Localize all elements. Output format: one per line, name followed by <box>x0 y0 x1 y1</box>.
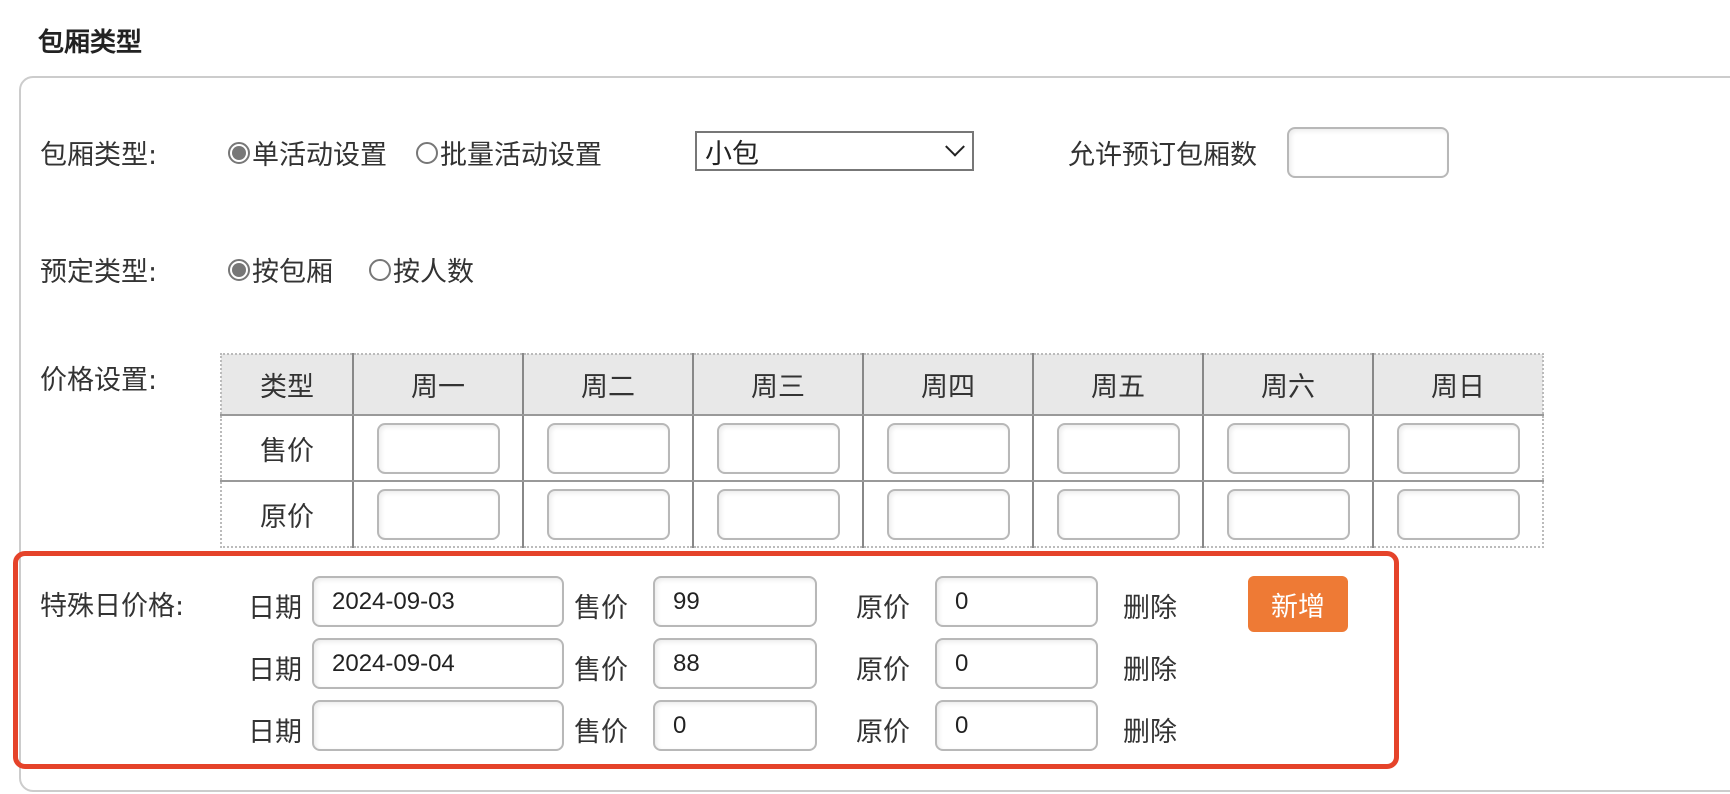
sale-price-sun-input[interactable] <box>1396 422 1520 474</box>
orig-price-thu-input[interactable] <box>886 488 1010 540</box>
header-sun: 周日 <box>1373 354 1543 416</box>
orig-label: 原价 <box>856 593 910 624</box>
select-value: 小包 <box>705 138 759 170</box>
table-row-sale-price: 售价 <box>221 415 1543 482</box>
room-type-label: 包厢类型: <box>40 140 158 171</box>
orig-price-sat-input[interactable] <box>1226 488 1350 540</box>
special-sale-input-1[interactable] <box>653 576 817 627</box>
radio-label: 批量活动设置 <box>440 140 602 171</box>
sale-label: 售价 <box>574 717 628 748</box>
header-sat: 周六 <box>1203 354 1374 416</box>
radio-checked-icon <box>228 141 250 164</box>
radio-checked-icon <box>228 258 250 281</box>
row-type-label: 售价 <box>221 415 354 482</box>
sale-price-fri-input[interactable] <box>1056 422 1180 474</box>
radio-label: 单活动设置 <box>252 140 387 171</box>
orig-price-wed-input[interactable] <box>716 488 840 540</box>
orig-price-fri-input[interactable] <box>1056 488 1180 540</box>
orig-label: 原价 <box>856 655 910 686</box>
section-title: 包厢类型 <box>38 28 143 58</box>
header-tue: 周二 <box>523 354 694 416</box>
header-type: 类型 <box>221 354 354 416</box>
radio-by-room[interactable]: 按包厢 <box>228 250 333 289</box>
special-orig-input-1[interactable] <box>935 576 1098 627</box>
special-date-input-2[interactable] <box>312 638 564 689</box>
orig-label: 原价 <box>856 717 910 748</box>
header-mon: 周一 <box>353 354 524 416</box>
special-orig-input-2[interactable] <box>935 638 1098 689</box>
sale-price-mon-input[interactable] <box>376 422 500 474</box>
add-special-price-button[interactable]: 新增 <box>1248 576 1348 632</box>
radio-label: 按人数 <box>393 257 474 288</box>
sale-price-tue-input[interactable] <box>546 422 670 474</box>
header-thu: 周四 <box>863 354 1034 416</box>
radio-unchecked-icon <box>416 141 438 164</box>
sale-price-thu-input[interactable] <box>886 422 1010 474</box>
price-settings-label: 价格设置: <box>40 365 158 396</box>
orig-price-sun-input[interactable] <box>1396 488 1520 540</box>
radio-batch-activity[interactable]: 批量活动设置 <box>416 133 602 172</box>
delete-link-2[interactable]: 删除 <box>1123 648 1177 687</box>
orig-price-mon-input[interactable] <box>376 488 500 540</box>
radio-single-activity[interactable]: 单活动设置 <box>228 133 387 172</box>
allow-count-label: 允许预订包厢数 <box>1068 140 1257 171</box>
table-row-original-price: 原价 <box>221 481 1543 547</box>
special-sale-input-3[interactable] <box>653 700 817 751</box>
special-orig-input-3[interactable] <box>935 700 1098 751</box>
allow-count-input[interactable] <box>1287 127 1449 178</box>
room-size-select[interactable]: 小包 <box>695 131 974 171</box>
booking-type-label: 预定类型: <box>40 257 158 288</box>
delete-link-1[interactable]: 删除 <box>1123 586 1177 625</box>
date-label: 日期 <box>248 655 302 686</box>
header-fri: 周五 <box>1033 354 1204 416</box>
row-type-label: 原价 <box>221 481 354 547</box>
special-date-input-3[interactable] <box>312 700 564 751</box>
special-sale-input-2[interactable] <box>653 638 817 689</box>
special-price-label: 特殊日价格: <box>40 591 185 622</box>
sale-price-sat-input[interactable] <box>1226 422 1350 474</box>
price-table-header: 类型 周一 周二 周三 周四 周五 周六 周日 <box>221 354 1543 416</box>
radio-label: 按包厢 <box>252 257 333 288</box>
price-table: 类型 周一 周二 周三 周四 周五 周六 周日 售价 原价 <box>220 353 1544 548</box>
special-date-input-1[interactable] <box>312 576 564 627</box>
sale-price-wed-input[interactable] <box>716 422 840 474</box>
date-label: 日期 <box>248 593 302 624</box>
sale-label: 售价 <box>574 655 628 686</box>
sale-label: 售价 <box>574 593 628 624</box>
header-wed: 周三 <box>693 354 864 416</box>
delete-link-3[interactable]: 删除 <box>1123 710 1177 749</box>
radio-unchecked-icon <box>369 258 391 281</box>
date-label: 日期 <box>248 717 302 748</box>
radio-by-person[interactable]: 按人数 <box>369 250 474 289</box>
orig-price-tue-input[interactable] <box>546 488 670 540</box>
chevron-down-icon <box>945 136 965 157</box>
